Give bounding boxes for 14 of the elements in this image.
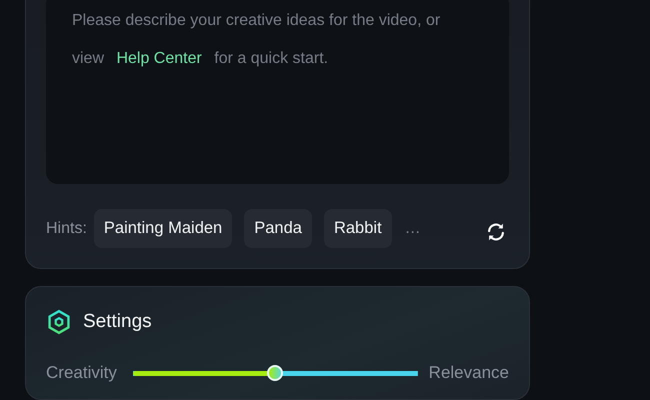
hexagon-icon: [46, 309, 72, 335]
placeholder-text: Please describe your creative ideas for the video, or view Help Center for a quick start.: [72, 11, 442, 69]
slider-thumb[interactable]: [267, 365, 284, 381]
help-center-link[interactable]: Help Center: [116, 50, 202, 67]
hint-chip[interactable]: Rabbit: [324, 209, 392, 248]
more-hints: …: [404, 220, 421, 238]
hints-label: Hints:: [46, 220, 87, 238]
hint-chip[interactable]: Painting Maiden: [94, 209, 232, 248]
settings-title: Settings: [83, 311, 152, 333]
slider-label: Creativity: [46, 363, 117, 383]
prompt-field[interactable]: Please describe your creative ideas for the video, or view Help Center for a quick start.: [46, 0, 509, 184]
refresh-icon[interactable]: [485, 220, 507, 242]
slider-label: Relevance: [428, 363, 509, 383]
hint-chip[interactable]: Panda: [244, 209, 312, 248]
